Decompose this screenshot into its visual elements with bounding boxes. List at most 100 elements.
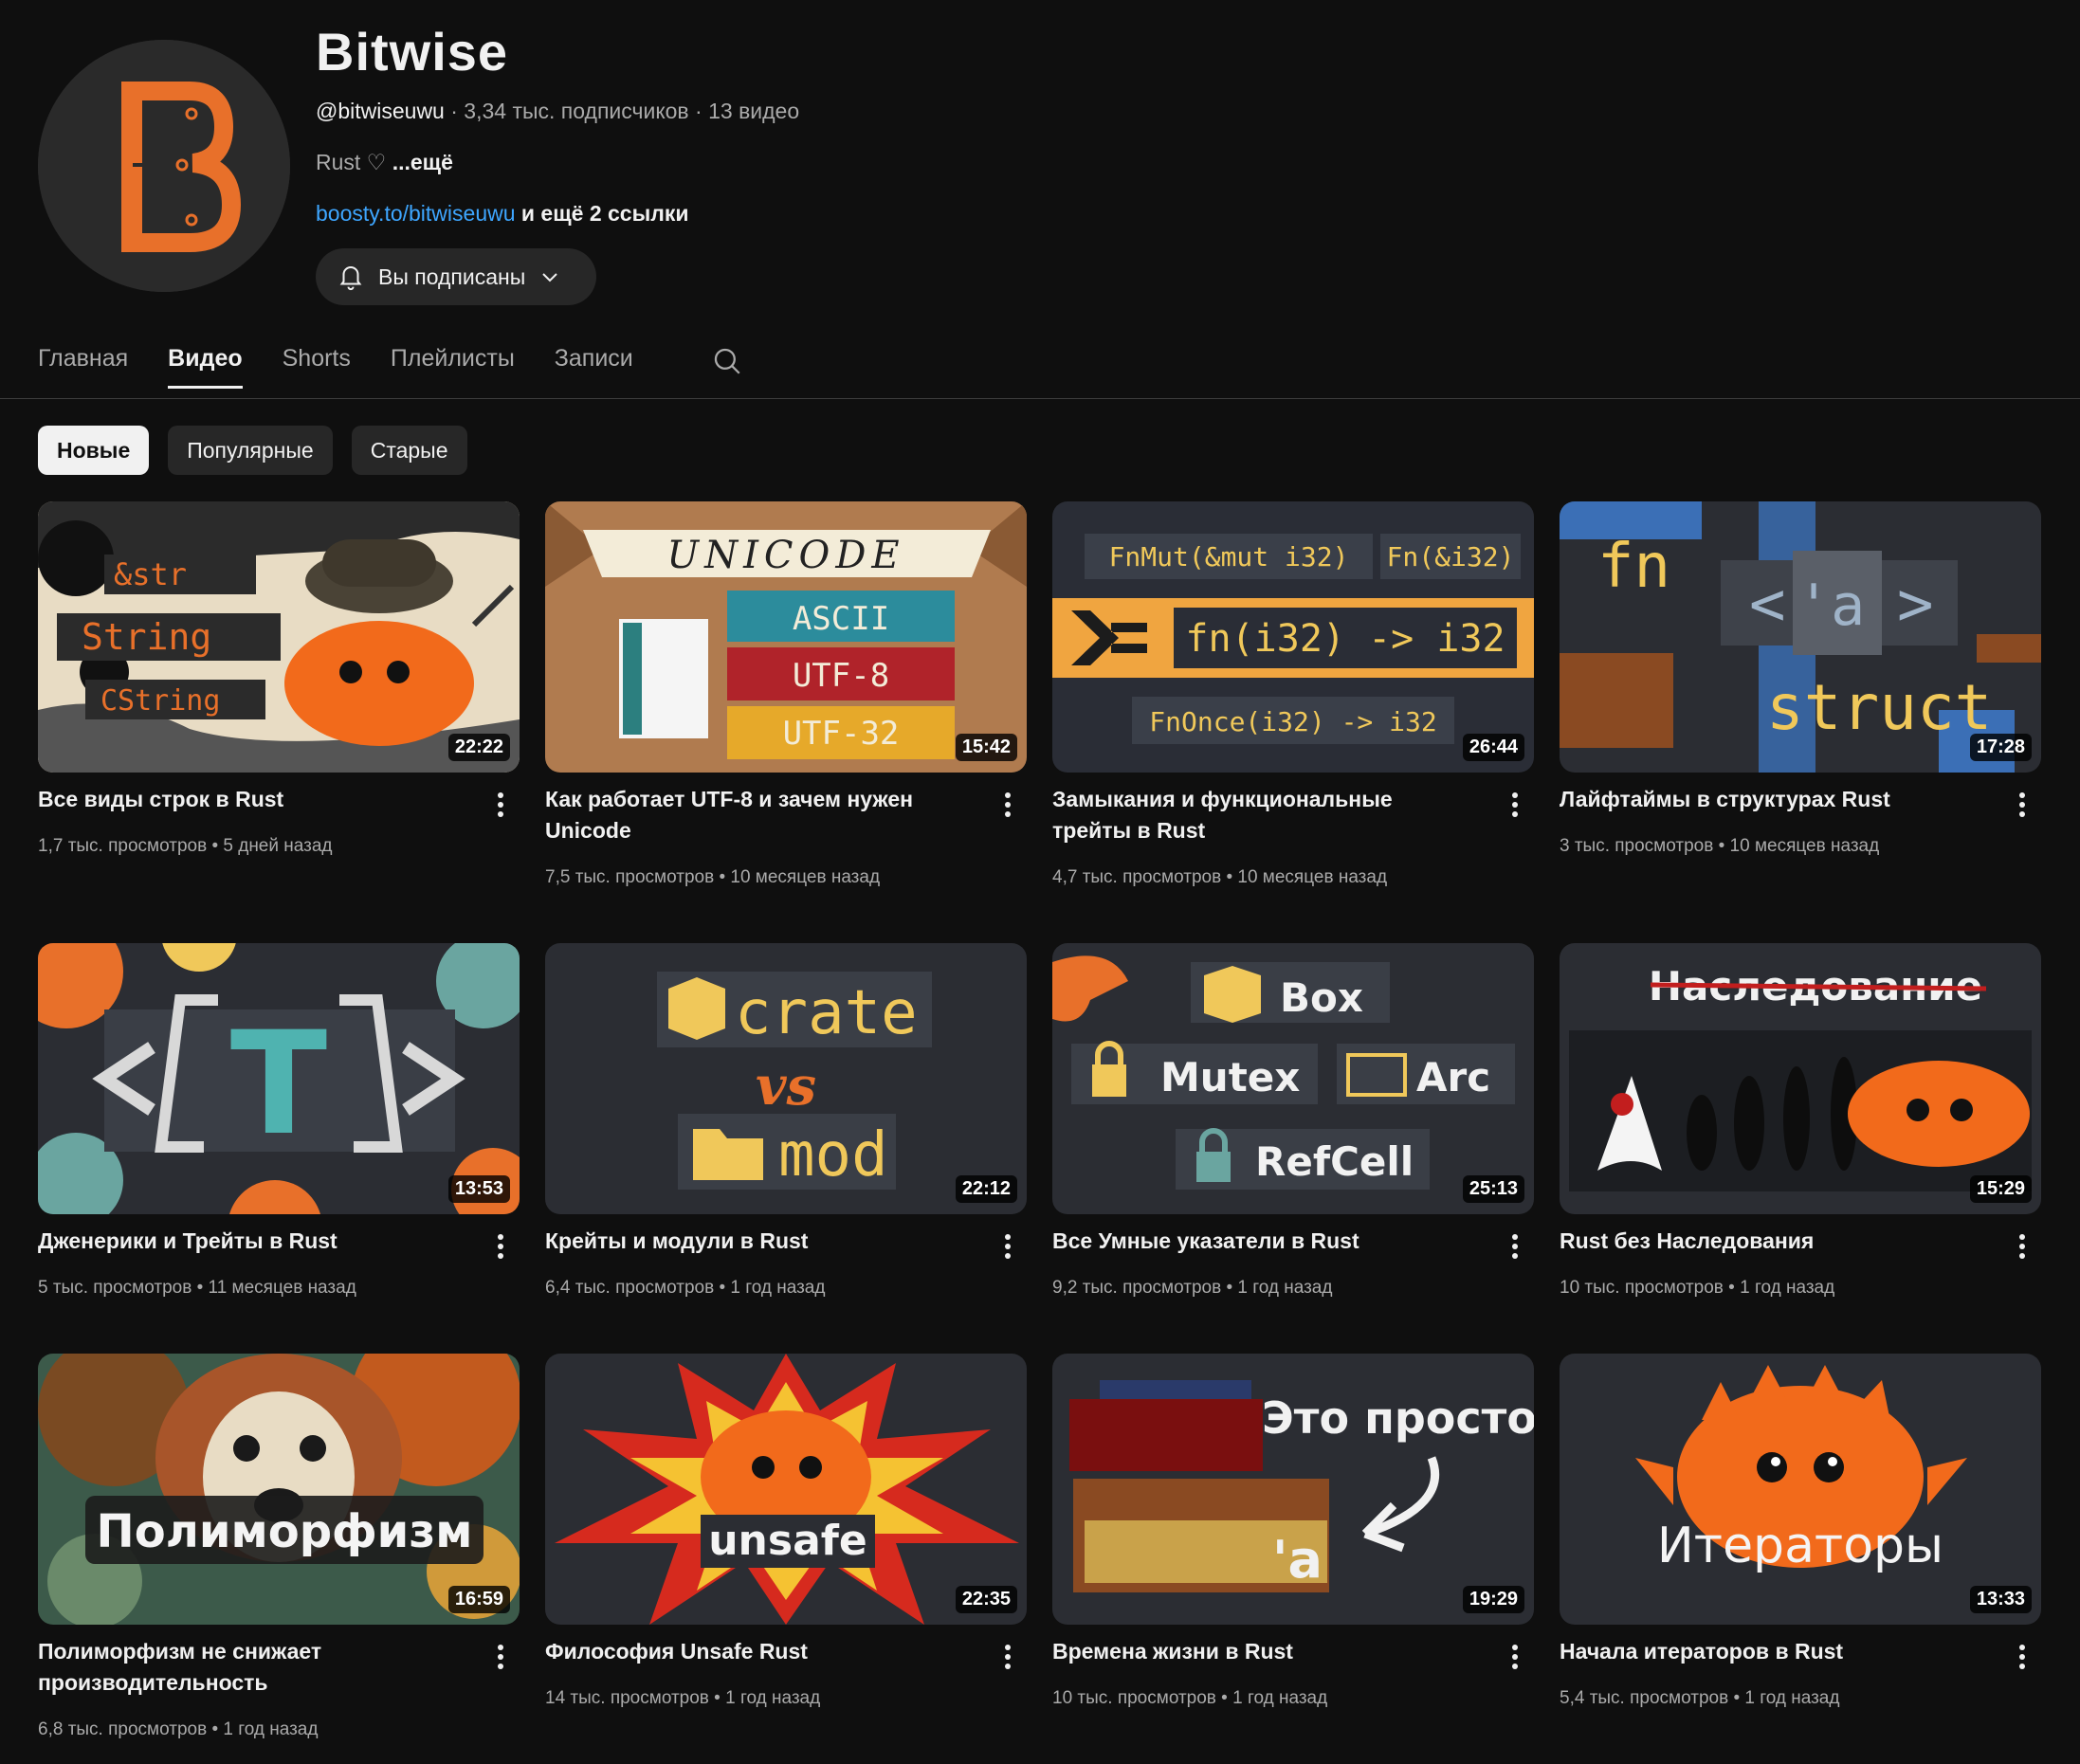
- video-meta: 3 тыс. просмотров • 10 месяцев назад: [1560, 836, 1880, 856]
- more-vert-icon[interactable]: [489, 1640, 512, 1674]
- video-title[interactable]: Философия Unsafe Rust: [545, 1636, 962, 1667]
- video-thumbnail[interactable]: crate vs mod 22:12: [545, 943, 1027, 1214]
- video-thumbnail[interactable]: unsafe 22:35: [545, 1354, 1027, 1625]
- thumb-text: Это просто: [1262, 1392, 1534, 1444]
- tab-videos[interactable]: Видео: [168, 345, 243, 389]
- more-link[interactable]: ...ещё: [392, 150, 453, 174]
- video-card: crate vs mod 22:12 Крейты и модули в Rus…: [545, 943, 1027, 1298]
- thumb-text: Mutex: [1160, 1054, 1300, 1100]
- more-vert-icon[interactable]: [1504, 1640, 1526, 1674]
- video-thumbnail[interactable]: Полиморфизм 16:59: [38, 1354, 520, 1625]
- thumb-text: <: [1749, 570, 1786, 640]
- tab-playlists[interactable]: Плейлисты: [391, 345, 515, 389]
- thumb-text: Box: [1280, 974, 1363, 1021]
- video-title[interactable]: Все Умные указатели в Rust: [1052, 1226, 1469, 1257]
- thumbnail-image: T: [38, 943, 520, 1214]
- channel-avatar[interactable]: [38, 40, 290, 292]
- thumb-text: String: [82, 616, 211, 658]
- video-duration: 15:29: [1969, 1175, 2032, 1203]
- video-duration: 26:44: [1462, 734, 1524, 761]
- channel-search-button[interactable]: [711, 345, 743, 382]
- video-card: T 13:53 Дженерики и Трейты в Rust 5 тыс.…: [38, 943, 520, 1298]
- thumbnail-image: crate vs mod: [545, 943, 1027, 1214]
- video-title[interactable]: Замыкания и функциональные трейты в Rust: [1052, 784, 1469, 846]
- thumb-text: FnOnce(i32) -> i32: [1149, 706, 1436, 737]
- thumbnail-image: FnMut(&mut i32) Fn(&i32) fn(i32) -> i32 …: [1052, 501, 1534, 773]
- more-vert-icon[interactable]: [996, 788, 1019, 822]
- thumb-text: UNICODE: [666, 534, 904, 577]
- video-title[interactable]: Времена жизни в Rust: [1052, 1636, 1469, 1667]
- video-title[interactable]: Rust без Наследования: [1560, 1226, 1977, 1257]
- thumb-text: 'a: [1797, 573, 1865, 639]
- subscribed-button[interactable]: Вы подписаны: [316, 248, 596, 305]
- video-card: &str String CString 22:22 Все виды строк…: [38, 501, 520, 856]
- thumbnail-image: UNICODE ASCII UTF-8 UTF-32: [545, 501, 1027, 773]
- video-meta: 4,7 тыс. просмотров • 10 месяцев назад: [1052, 867, 1388, 887]
- video-thumbnail[interactable]: fn < 'a > struct 17:28: [1560, 501, 2041, 773]
- thumbnail-image: unsafe: [545, 1354, 1027, 1625]
- video-thumbnail[interactable]: T 13:53: [38, 943, 520, 1214]
- video-card: fn < 'a > struct 17:28 Лайфтаймы в струк…: [1560, 501, 2041, 856]
- chip-oldest[interactable]: Старые: [351, 426, 467, 475]
- tabs-divider: [0, 398, 2080, 399]
- chip-newest[interactable]: Новые: [38, 426, 150, 475]
- search-icon: [714, 348, 740, 374]
- video-meta: 6,4 тыс. просмотров • 1 год назад: [545, 1278, 826, 1298]
- thumb-text: Arc: [1416, 1054, 1490, 1100]
- video-card: Полиморфизм 16:59 Полиморфизм не снижает…: [38, 1354, 520, 1739]
- thumb-text: crate: [735, 978, 918, 1048]
- channel-description[interactable]: Rust ♡ ...ещё: [316, 150, 453, 175]
- video-card: Итераторы 13:33 Начала итераторов в Rust…: [1560, 1354, 2041, 1708]
- video-title[interactable]: Как работает UTF-8 и зачем нужен Unicode: [545, 784, 962, 846]
- more-vert-icon[interactable]: [2011, 1229, 2034, 1264]
- chevron-down-icon: [542, 273, 557, 282]
- video-title[interactable]: Лайфтаймы в структурах Rust: [1560, 784, 1977, 815]
- bitwise-logo-icon: [38, 40, 290, 292]
- video-card: Это просто 'a 19:29 Времена жизни в Rust…: [1052, 1354, 1534, 1708]
- video-duration: 22:22: [447, 734, 510, 761]
- video-thumbnail[interactable]: Наследование 15:29: [1560, 943, 2041, 1214]
- boosty-link[interactable]: boosty.to/bitwiseuwu: [316, 201, 516, 226]
- chip-popular[interactable]: Популярные: [168, 426, 333, 475]
- video-title[interactable]: Дженерики и Трейты в Rust: [38, 1226, 455, 1257]
- video-duration: 13:33: [1969, 1586, 2032, 1613]
- tab-posts[interactable]: Записи: [555, 345, 633, 389]
- more-vert-icon[interactable]: [489, 1229, 512, 1264]
- video-thumbnail[interactable]: Итераторы 13:33: [1560, 1354, 2041, 1625]
- video-card: UNICODE ASCII UTF-8 UTF-32 15:42 Как раб…: [545, 501, 1027, 887]
- thumb-text: ASCII: [793, 600, 889, 638]
- thumbnail-image: &str String CString: [38, 501, 520, 773]
- more-vert-icon[interactable]: [1504, 1229, 1526, 1264]
- more-vert-icon[interactable]: [2011, 788, 2034, 822]
- more-vert-icon[interactable]: [489, 788, 512, 822]
- video-title[interactable]: Крейты и модули в Rust: [545, 1226, 962, 1257]
- video-thumbnail[interactable]: Это просто 'a 19:29: [1052, 1354, 1534, 1625]
- thumb-text: RefCell: [1255, 1138, 1414, 1185]
- video-meta: 6,8 тыс. просмотров • 1 год назад: [38, 1719, 319, 1739]
- video-duration: 22:12: [955, 1175, 1017, 1203]
- video-card: unsafe 22:35 Философия Unsafe Rust 14 ты…: [545, 1354, 1027, 1708]
- video-thumbnail[interactable]: Box Mutex Arc RefCell 25:13: [1052, 943, 1534, 1214]
- more-vert-icon[interactable]: [996, 1229, 1019, 1264]
- video-title[interactable]: Полиморфизм не снижает производительност…: [38, 1636, 455, 1699]
- channel-handle: @bitwiseuwu: [316, 99, 445, 123]
- more-vert-icon[interactable]: [2011, 1640, 2034, 1674]
- video-title[interactable]: Начала итераторов в Rust: [1560, 1636, 1977, 1667]
- video-title[interactable]: Все виды строк в Rust: [38, 784, 455, 815]
- video-thumbnail[interactable]: &str String CString 22:22: [38, 501, 520, 773]
- channel-stats: · 3,34 тыс. подписчиков · 13 видео: [444, 99, 800, 123]
- more-links[interactable]: и ещё 2 ссылки: [516, 201, 689, 226]
- more-vert-icon[interactable]: [1504, 788, 1526, 822]
- tab-shorts[interactable]: Shorts: [283, 345, 351, 389]
- video-duration: 25:13: [1462, 1175, 1524, 1203]
- video-thumbnail[interactable]: UNICODE ASCII UTF-8 UTF-32 15:42: [545, 501, 1027, 773]
- video-thumbnail[interactable]: FnMut(&mut i32) Fn(&i32) fn(i32) -> i32 …: [1052, 501, 1534, 773]
- thumb-text: &str: [114, 556, 187, 592]
- thumb-text: Итераторы: [1657, 1518, 1943, 1574]
- subscribed-label: Вы подписаны: [378, 264, 526, 289]
- thumbnail-image: Полиморфизм: [38, 1354, 520, 1625]
- more-vert-icon[interactable]: [996, 1640, 1019, 1674]
- video-duration: 17:28: [1969, 734, 2032, 761]
- thumb-text: UTF-32: [783, 715, 900, 753]
- tab-home[interactable]: Главная: [38, 345, 128, 389]
